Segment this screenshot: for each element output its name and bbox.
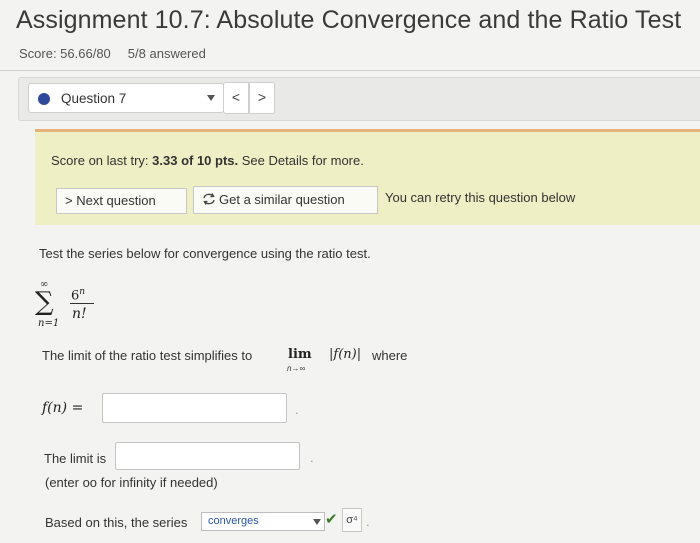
- last-try-suffix: See Details for more.: [238, 153, 364, 168]
- problem-prompt: Test the series below for convergence us…: [39, 246, 371, 261]
- limit-label: The limit is: [44, 451, 107, 466]
- limit-input[interactable]: [115, 442, 300, 470]
- question-select-label: Question 7: [61, 91, 127, 106]
- sum-lower-limit: n=1: [38, 318, 60, 329]
- fraction-numerator: 6n: [71, 287, 85, 303]
- limit-input-period: .: [310, 450, 314, 465]
- status-dot-icon: [38, 93, 50, 105]
- last-try-text: Score on last try: 3.33 of 10 pts. See D…: [51, 153, 364, 168]
- question-select[interactable]: Question 7: [28, 83, 224, 113]
- sigma-format-button[interactable]: σ⁴: [342, 508, 362, 532]
- caret-down-icon: [207, 95, 215, 101]
- answered-count: 5/8 answered: [127, 46, 206, 61]
- last-try-prefix: Score on last try:: [51, 153, 153, 168]
- last-try-panel: Score on last try: 3.33 of 10 pts. See D…: [35, 129, 700, 225]
- next-question-button[interactable]: > Next question: [56, 188, 187, 214]
- refresh-icon: [203, 193, 215, 205]
- conclusion-label: Based on this, the series: [45, 515, 188, 530]
- next-question-label: > Next question: [65, 193, 156, 208]
- page-title: Assignment 10.7: Absolute Convergence an…: [16, 6, 682, 34]
- checkmark-icon: ✔: [325, 511, 338, 528]
- f-label: f(n) =: [42, 400, 84, 416]
- next-question-arrow-button[interactable]: >: [249, 82, 275, 114]
- fraction-bar: [70, 303, 94, 304]
- chevron-right-icon: >: [257, 89, 267, 105]
- score-text: Score: 56.66/80: [19, 46, 111, 61]
- conclusion-period: .: [366, 514, 370, 529]
- abs-f-expression: |f(n)|: [329, 347, 362, 362]
- lim-subscript: n→∞: [287, 364, 306, 373]
- where-text: where: [372, 348, 408, 363]
- lim-operator: lim: [288, 347, 312, 362]
- score-summary: Score: 56.66/80 5/8 answered: [19, 46, 206, 61]
- last-try-score: 3.33 of 10 pts.: [152, 153, 239, 168]
- similar-question-label: Get a similar question: [219, 192, 345, 207]
- prev-question-button[interactable]: <: [223, 82, 249, 114]
- infinity-hint: (enter oo for infinity if needed): [45, 475, 218, 490]
- sigma-icon: ∑: [35, 287, 54, 317]
- numerator-exponent: n: [79, 287, 86, 297]
- chevron-left-icon: <: [231, 89, 241, 105]
- caret-down-icon: [313, 519, 321, 525]
- f-input[interactable]: [102, 393, 287, 423]
- convergence-select[interactable]: converges: [201, 512, 325, 531]
- fraction-denominator: n!: [72, 306, 87, 322]
- divider: [0, 70, 700, 71]
- limit-instruction: The limit of the ratio test simplifies t…: [42, 348, 253, 363]
- similar-question-button[interactable]: Get a similar question: [193, 186, 378, 214]
- f-input-period: .: [295, 402, 299, 417]
- question-nav-bar: Question 7 < >: [18, 77, 700, 121]
- convergence-select-value: converges: [208, 515, 259, 527]
- retry-note: You can retry this question below: [385, 190, 576, 205]
